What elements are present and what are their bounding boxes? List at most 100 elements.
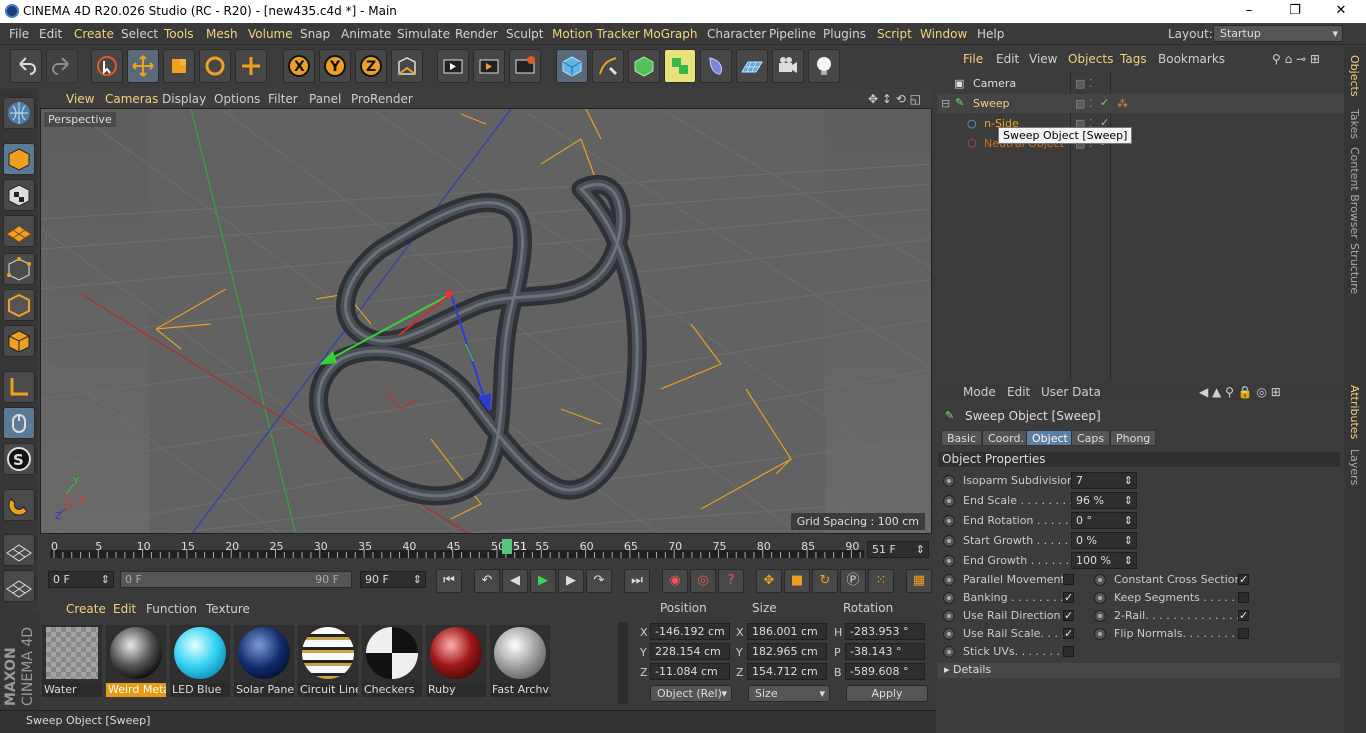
viewport-menu-options[interactable]: Options (214, 92, 260, 106)
visibility-dots-icon[interactable]: ▨ ⁚ (1075, 77, 1092, 90)
viewport-menu-prorender[interactable]: ProRender (351, 92, 413, 106)
maximize-button[interactable]: ❐ (1272, 0, 1318, 23)
objects-menu-view[interactable]: View (1029, 52, 1057, 66)
autokeying-button[interactable]: ◎ (690, 569, 716, 593)
model-mode-button[interactable] (3, 143, 35, 175)
timeline-window-button[interactable]: ▦ (906, 569, 932, 593)
solo-mode-button[interactable]: S (3, 443, 35, 475)
coordinate-system-button[interactable] (391, 49, 423, 83)
render-settings-button[interactable] (509, 49, 541, 83)
side-tab-takes[interactable]: Takes (1348, 109, 1361, 139)
goto-end-button[interactable]: ⏭ (624, 569, 650, 593)
tab-caps[interactable]: Caps (1071, 430, 1111, 446)
mograph-cloner-button[interactable] (664, 49, 696, 83)
checkbox[interactable] (1238, 628, 1249, 639)
lock-workplane-button[interactable] (3, 534, 35, 566)
attr-menu-user-data[interactable]: User Data (1041, 385, 1101, 399)
points-mode-button[interactable] (3, 253, 35, 285)
tab-object[interactable]: Object (1026, 430, 1074, 446)
checkbox[interactable] (1238, 592, 1249, 603)
menu-edit[interactable]: Edit (39, 27, 62, 41)
end-frame-field[interactable]: 90 F ⇕ (360, 571, 426, 588)
camera-button[interactable] (772, 49, 804, 83)
axis-mode-button[interactable] (3, 371, 35, 403)
minimize-button[interactable]: – (1226, 0, 1272, 23)
side-tab-attributes[interactable]: Attributes (1348, 385, 1361, 439)
prop-end-scale[interactable]: End Scale . . . . . . . . . . 96 % ⇕ (941, 492, 1341, 510)
make-editable-button[interactable] (3, 97, 35, 129)
checkbox[interactable] (1063, 574, 1074, 585)
material-menu-texture[interactable]: Texture (206, 602, 250, 616)
transform-tool-button[interactable] (235, 49, 267, 83)
attr-menu-edit[interactable]: Edit (1007, 385, 1030, 399)
next-frame-button[interactable]: ▶ (558, 569, 584, 593)
menu-character[interactable]: Character (707, 27, 766, 41)
size-x-field[interactable]: 186.001 cm (747, 623, 827, 640)
side-tab-objects[interactable]: Objects (1348, 55, 1361, 97)
menu-plugins[interactable]: Plugins (823, 27, 866, 41)
material-ruby[interactable]: Ruby (426, 625, 486, 697)
checkbox-checked[interactable]: ✓ (1063, 610, 1074, 621)
checkbox-checked[interactable]: ✓ (1063, 628, 1074, 639)
rotation-h-field[interactable]: -283.953 ° (845, 623, 925, 640)
goto-start-button[interactable]: ⏮ (436, 569, 462, 593)
objects-menu-bookmarks[interactable]: Bookmarks (1158, 52, 1225, 66)
current-frame-field[interactable]: 51 F ⇕ (867, 541, 929, 558)
material-scrollbar[interactable] (618, 622, 628, 704)
y-axis-lock-button[interactable]: Y (319, 49, 351, 83)
record-rotation-button[interactable]: ↻ (812, 569, 838, 593)
viewport-camera-label[interactable]: Perspective (44, 112, 116, 127)
menu-create[interactable]: Create (74, 27, 114, 41)
render-to-picture-viewer-button[interactable] (473, 49, 505, 83)
material-solar-panel[interactable]: Solar Panel (234, 625, 294, 697)
undo-button[interactable] (10, 49, 42, 83)
menu-window[interactable]: Window (920, 27, 967, 41)
objects-header-icons[interactable]: ⚲ ⌂ ⊸ ⊞ (1272, 52, 1320, 66)
scale-tool-button[interactable] (163, 49, 195, 83)
goto-next-key-button[interactable]: ↷ (586, 569, 612, 593)
attr-menu-mode[interactable]: Mode (963, 385, 996, 399)
size-z-field[interactable]: 154.712 cm (747, 663, 827, 680)
prop-keep-segments[interactable]: Keep Segments . . . . . . . (1092, 589, 1252, 607)
objects-menu-edit[interactable]: Edit (996, 52, 1019, 66)
viewport-menu-cameras[interactable]: Cameras (105, 92, 158, 106)
rotation-p-field[interactable]: -38.143 ° (845, 643, 925, 660)
workplane-mode-button[interactable] (3, 215, 35, 247)
viewport-nav-icons[interactable]: ✥ ↕ ⟲ ◱ (868, 92, 921, 106)
side-tab-content-browser[interactable]: Content Browser (1348, 147, 1361, 239)
menu-simulate[interactable]: Simulate (397, 27, 450, 41)
position-x-field[interactable]: -146.192 cm (650, 623, 730, 640)
floor-environment-button[interactable] (736, 49, 768, 83)
prop-use-rail-direction[interactable]: Use Rail Direction ✓ (941, 607, 1091, 625)
tab-phong[interactable]: Phong (1110, 430, 1157, 446)
menu-help[interactable]: Help (977, 27, 1004, 41)
3d-viewport[interactable]: Y X Z Perspective Grid Spacing : 100 cm (40, 108, 932, 534)
menu-mograph[interactable]: MoGraph (643, 27, 698, 41)
x-axis-lock-button[interactable]: X (283, 49, 315, 83)
menu-pipeline[interactable]: Pipeline (769, 27, 816, 41)
edges-mode-button[interactable] (3, 289, 35, 321)
menu-sculpt[interactable]: Sculpt (506, 27, 543, 41)
material-fast-archviz[interactable]: Fast Archvi (490, 625, 550, 697)
prop-start-growth[interactable]: Start Growth . . . . . .0 % ⇕ (941, 532, 1341, 550)
checkbox[interactable] (1063, 646, 1074, 657)
keyframe-selection-button[interactable]: ? (718, 569, 744, 593)
side-tab-layers[interactable]: Layers (1348, 449, 1361, 485)
frame-range-slider[interactable]: 0 F 90 F (120, 571, 352, 588)
close-button[interactable]: ✕ (1318, 0, 1364, 23)
material-weird-metal[interactable]: Weird Meta (106, 625, 166, 697)
objects-menu-file[interactable]: File (963, 52, 983, 66)
material-menu-function[interactable]: Function (146, 602, 197, 616)
pen-spline-button[interactable] (592, 49, 624, 83)
size-mode-dropdown[interactable]: Size ▾ (748, 685, 830, 702)
previous-frame-button[interactable]: ◀ (502, 569, 528, 593)
section-details[interactable]: ▸ Details (938, 663, 1340, 678)
layout-dropdown[interactable]: Startup ▾ (1213, 25, 1343, 42)
planar-workplane-button[interactable] (3, 570, 35, 602)
cube-object-button[interactable] (556, 49, 588, 83)
record-active-objects-button[interactable]: ◉ (662, 569, 688, 593)
expand-icon[interactable]: ⊟ (941, 97, 950, 110)
tweak-mode-button[interactable] (3, 407, 35, 439)
prop-use-rail-scale[interactable]: Use Rail Scale. . . . ✓ (941, 625, 1091, 643)
checkbox-checked[interactable]: ✓ (1238, 574, 1249, 585)
